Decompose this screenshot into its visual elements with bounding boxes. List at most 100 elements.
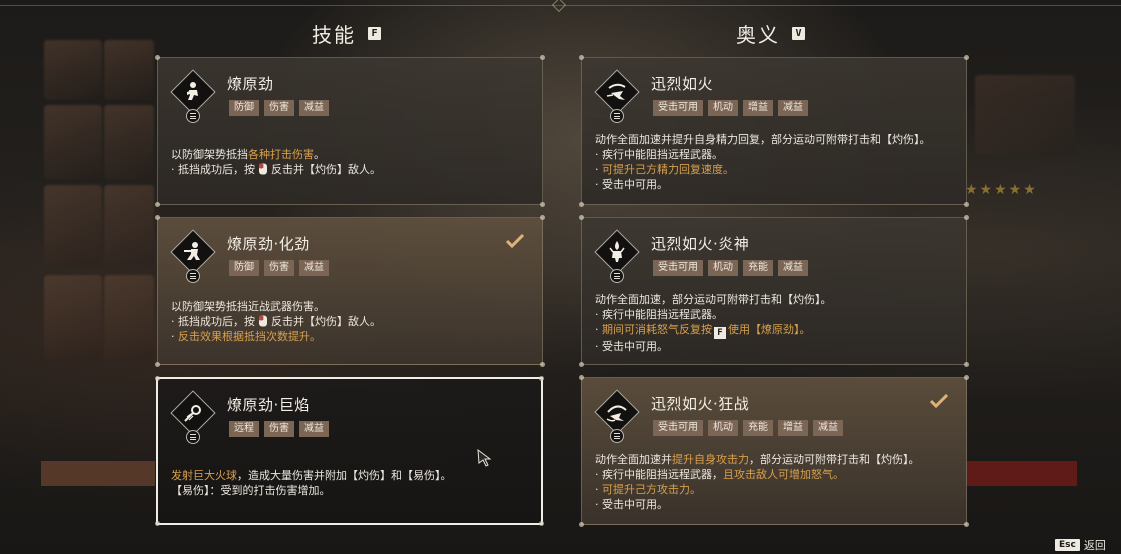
tag-badge: 受击可用 [653, 420, 703, 436]
skills-header: 技能 F [312, 20, 381, 47]
ougi-card[interactable]: 迅烈如火·狂战 受击可用 机动 充能 增益 减益 动作全面加速并提升自身攻击力，部分运动… [579, 375, 969, 527]
tag-badge: 伤害 [264, 260, 294, 276]
description-text: · 抵挡成功后，按 [171, 315, 255, 328]
bg-portrait [104, 105, 154, 180]
ougi-card[interactable]: 迅烈如火·炎神 受击可用 机动 充能 减益 动作全面加速，部分运动可附带打击和【灼伤】… [579, 215, 969, 367]
cursor-icon [477, 449, 492, 467]
description-line: · 可提升己方攻击力。 [595, 482, 920, 497]
tag-badge: 受击可用 [653, 100, 703, 116]
tag-badge: 减益 [813, 420, 843, 436]
highlight-text: 发射巨大火球 [171, 469, 237, 482]
ougi-header-title: 奥义 [736, 22, 780, 47]
menu-icon[interactable] [186, 430, 200, 444]
description-line: 【易伤】：受到的打击伤害增加。 [171, 483, 452, 498]
tag-badge: 伤害 [264, 421, 294, 437]
esc-key: Esc [1055, 539, 1080, 551]
menu-icon[interactable] [186, 269, 200, 283]
ougi-tags: 受击可用 机动 增益 减益 [653, 100, 808, 116]
bg-portrait [44, 40, 102, 100]
skill-description: 以防御架势抵挡各种打击伤害。 · 抵挡成功后，按 反击并【灼伤】敌人。 [171, 147, 381, 177]
menu-icon[interactable] [186, 109, 200, 123]
skill-description: 以防御架势抵挡近战武器伤害。 · 抵挡成功后，按 反击并【灼伤】敌人。 · 反击效果根… [171, 299, 381, 344]
description-text: 动作全面加速并提升自身精力回复，部分运动可附带打击和【灼伤】。 [595, 133, 931, 146]
ougi-title: 迅烈如火·狂战 [651, 395, 750, 413]
description-text: 以防御架势抵挡近战武器伤害。 [171, 300, 325, 313]
tag-badge: 减益 [778, 260, 808, 276]
description-line: · 疾行中能阻挡远程武器。 [595, 307, 832, 322]
description-text: ，造成大量伤害并附加【灼伤】和【易伤】。 [237, 469, 452, 482]
top-ornament [551, 0, 567, 13]
parry-stance-icon [184, 242, 200, 260]
description-line: 动作全面加速并提升自身攻击力，部分运动可附带打击和【灼伤】。 [595, 452, 920, 467]
highlight-text: 且攻击敌人可增加怒气。 [723, 468, 844, 481]
description-text: · 疾行中能阻挡远程武器。 [595, 148, 723, 161]
bg-portrait [44, 275, 102, 360]
tag-badge: 伤害 [264, 100, 294, 116]
tag-badge: 机动 [708, 420, 738, 436]
description-text: · 受击中可用。 [595, 498, 668, 511]
description-text: 【易伤】：受到的打击伤害增加。 [171, 484, 331, 497]
bg-portrait [104, 275, 154, 360]
description-line: · 受击中可用。 [595, 497, 920, 512]
highlight-text: 使用【燎原劲】。 [728, 323, 811, 336]
bg-button [41, 461, 155, 486]
tag-badge: 减益 [299, 421, 329, 437]
back-button[interactable]: Esc 返回 [1055, 537, 1106, 553]
blazing-speed-icon [606, 83, 626, 100]
skill-title: 燎原劲·化劲 [227, 235, 310, 253]
description-line: · 反击效果根据抵挡次数提升。 [171, 329, 381, 344]
tag-badge: 机动 [708, 100, 738, 116]
tag-badge: 减益 [778, 100, 808, 116]
guard-stance-icon [187, 82, 198, 100]
skill-tags: 防御 伤害 减益 [229, 260, 329, 276]
tag-badge: 防御 [229, 260, 259, 276]
description-line: 发射巨大火球，造成大量伤害并附加【灼伤】和【易伤】。 [171, 468, 452, 483]
skill-title: 燎原劲 [227, 75, 274, 93]
description-line: · 受击中可用。 [595, 339, 832, 354]
checkmark-icon [506, 234, 524, 248]
menu-icon[interactable] [610, 429, 624, 443]
tag-badge: 受击可用 [653, 260, 703, 276]
ougi-card[interactable]: 迅烈如火 受击可用 机动 增益 减益 动作全面加速并提升自身精力回复，部分运动可附带打… [579, 55, 969, 207]
highlight-text: 可提升己方攻击力。 [602, 483, 701, 496]
skill-tags: 远程 伤害 减益 [229, 421, 329, 437]
description-line: 以防御架势抵挡近战武器伤害。 [171, 299, 381, 314]
description-text: · [171, 330, 178, 343]
description-text: 反击并【灼伤】敌人。 [271, 315, 381, 328]
menu-icon[interactable] [610, 269, 624, 283]
ougi-description: 动作全面加速并提升自身精力回复，部分运动可附带打击和【灼伤】。 · 疾行中能阻挡远… [595, 132, 931, 192]
skill-card[interactable]: 燎原劲 防御 伤害 减益 以防御架势抵挡各种打击伤害。 · 抵挡成功后，按 反击并【灼伤… [155, 55, 545, 207]
description-text: · [595, 323, 602, 336]
description-line: · 抵挡成功后，按 反击并【灼伤】敌人。 [171, 314, 381, 329]
tag-badge: 机动 [708, 260, 738, 276]
skill-card[interactable]: 燎原劲·化劲 防御 伤害 减益 以防御架势抵挡近战武器伤害。 · 抵挡成功后，按 反击并… [155, 215, 545, 367]
tag-badge: 充能 [743, 260, 773, 276]
description-line: 动作全面加速，部分运动可附带打击和【灼伤】。 [595, 292, 832, 307]
tag-badge: 减益 [299, 100, 329, 116]
skills-header-key: F [368, 26, 381, 40]
tag-badge: 减益 [299, 260, 329, 276]
description-text: 。 [314, 148, 325, 161]
menu-icon[interactable] [610, 109, 624, 123]
description-line: · 抵挡成功后，按 反击并【灼伤】敌人。 [171, 162, 381, 177]
skill-title: 燎原劲·巨焰 [227, 396, 310, 414]
bg-portrait [104, 40, 154, 100]
checkmark-icon [930, 394, 948, 408]
skill-description: 发射巨大火球，造成大量伤害并附加【灼伤】和【易伤】。 【易伤】：受到的打击伤害增加… [171, 468, 452, 498]
description-text: 动作全面加速，部分运动可附带打击和【灼伤】。 [595, 293, 832, 306]
fireball-icon [184, 405, 201, 422]
description-text: · 疾行中能阻挡远程武器， [595, 468, 723, 481]
bg-portrait [44, 185, 102, 265]
description-text: · [595, 163, 602, 176]
highlight-text: 提升自身攻击力 [672, 453, 749, 466]
highlight-text: 可提升己方精力回复速度。 [602, 163, 734, 176]
description-line: · 可提升己方精力回复速度。 [595, 162, 931, 177]
highlight-text: 期间可消耗怒气反复按 [602, 323, 712, 336]
description-text: 以防御架势抵挡 [171, 148, 248, 161]
ougi-description: 动作全面加速，部分运动可附带打击和【灼伤】。 · 疾行中能阻挡远程武器。 · 期间可… [595, 292, 832, 354]
back-label: 返回 [1083, 539, 1106, 552]
description-text: · 抵挡成功后，按 [171, 163, 255, 176]
tag-badge: 增益 [743, 100, 773, 116]
ougi-header-key: V [792, 26, 805, 40]
ougi-header: 奥义 V [736, 20, 805, 47]
